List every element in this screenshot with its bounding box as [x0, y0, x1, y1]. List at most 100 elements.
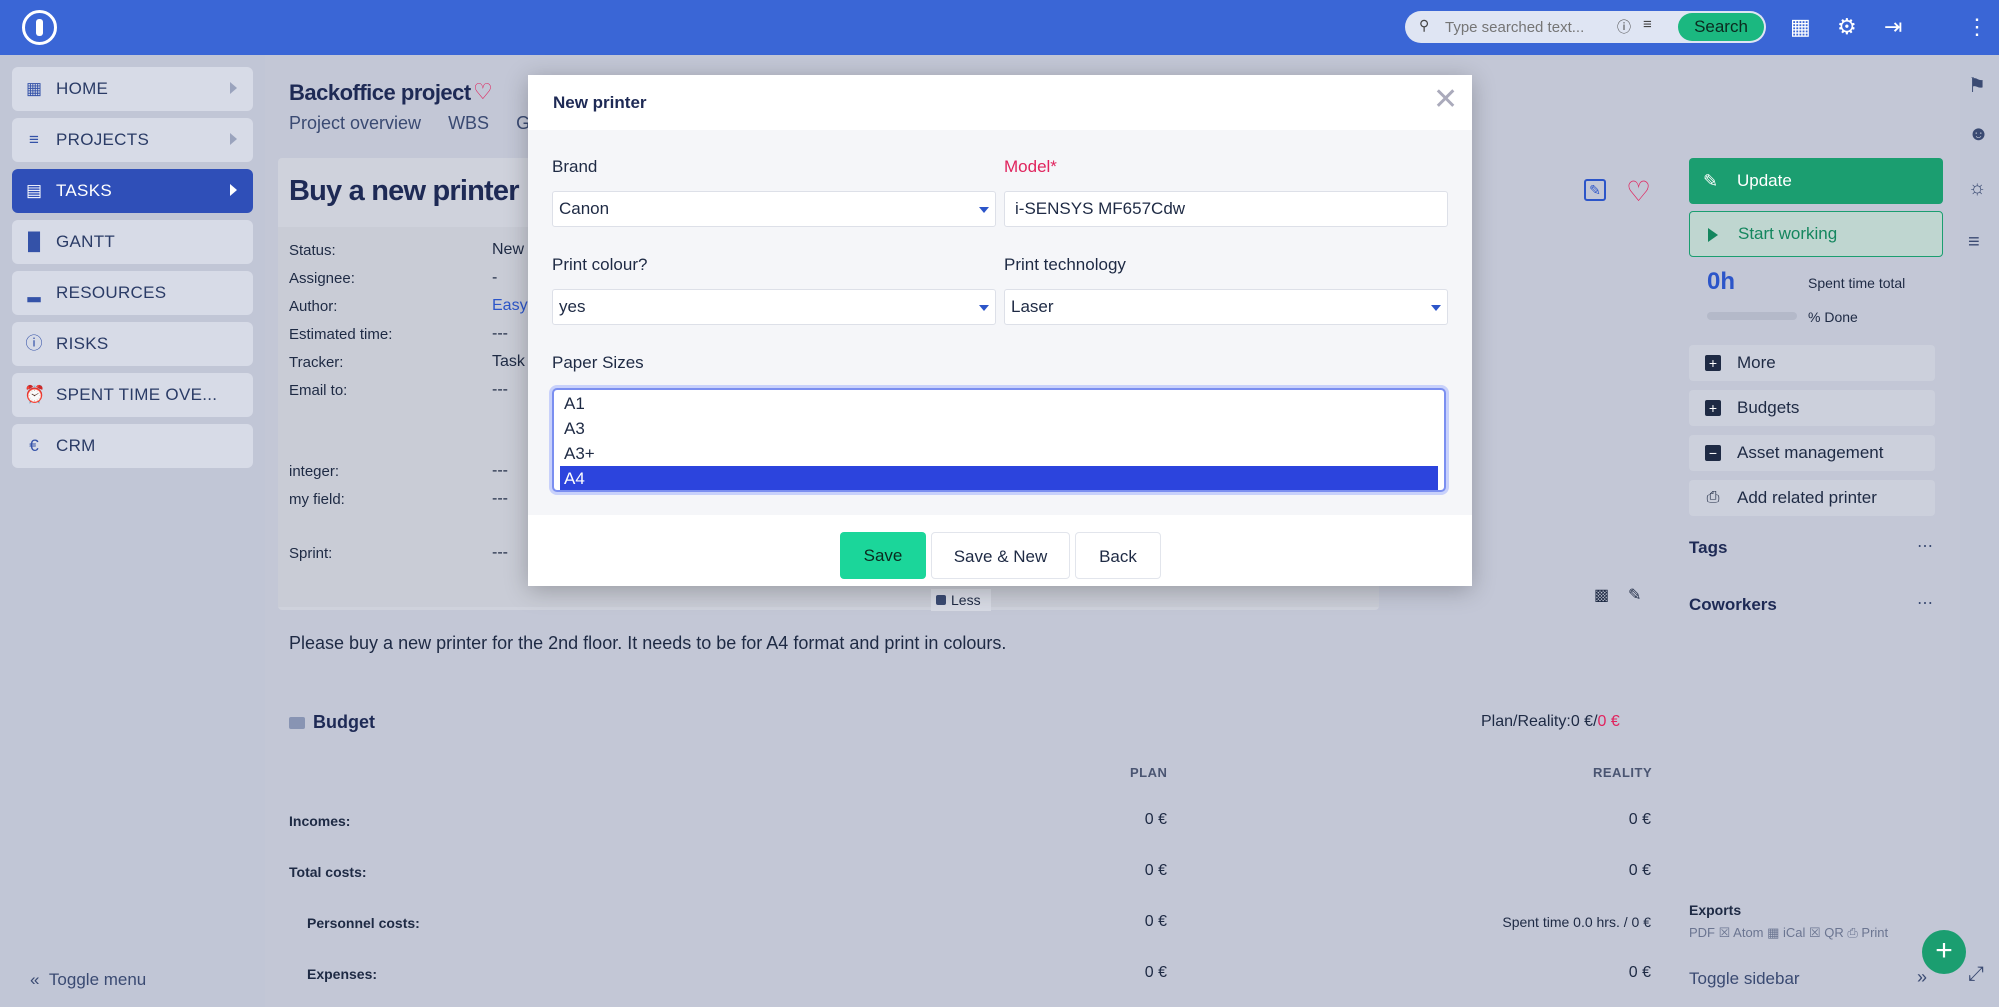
save-and-new-button[interactable]: Save & New — [931, 532, 1070, 579]
attr-label: Sprint: — [289, 545, 333, 562]
print-technology-select[interactable]: Laser — [1004, 289, 1448, 325]
item-label: Add related printer — [1737, 488, 1877, 507]
nav-risks[interactable]: ⓘ RISKS — [12, 322, 253, 366]
chevron-down-icon — [979, 305, 989, 311]
print-colour-select[interactable]: yes — [552, 289, 996, 325]
logout-icon[interactable]: ⇥ — [1884, 14, 1902, 40]
nav-label: SPENT TIME OVE... — [56, 385, 218, 404]
gear-icon[interactable]: ⚙ — [1837, 14, 1857, 40]
nav-home[interactable]: ▦ HOME — [12, 67, 253, 111]
attr-label: integer: — [289, 463, 340, 480]
toggle-sidebar[interactable]: Toggle sidebar — [1689, 969, 1800, 989]
top-bar: ⚲ ⓘ ≡ Search ▦ ⚙ ⇥ ⋮ — [0, 0, 1999, 55]
nav-label: HOME — [56, 79, 109, 98]
nav-resources[interactable]: ▂ RESOURCES — [12, 271, 253, 315]
item-label: More — [1737, 353, 1776, 372]
coworkers-more-icon[interactable]: ⋯ — [1917, 593, 1933, 613]
double-chevron-left-icon: « — [30, 970, 40, 989]
tree-icon: ≡ — [29, 130, 39, 149]
reality-value: 0 € — [1597, 713, 1620, 730]
budget-row-reality: 0 € — [1628, 811, 1651, 828]
new-printer-modal: New printer ✕ Brand Canon Model* Print c… — [528, 75, 1472, 586]
pencil-icon[interactable]: ✎ — [1628, 585, 1641, 605]
search-input[interactable] — [1445, 17, 1625, 37]
expand-icon[interactable]: ⤢ — [1968, 963, 1984, 986]
comment-icon[interactable]: ▩ — [1594, 585, 1609, 605]
budget-row-reality: 0 € — [1628, 862, 1651, 879]
attr-value: New — [492, 241, 525, 258]
attr-value: --- — [492, 462, 508, 479]
nav-gantt[interactable]: █ GANTT — [12, 220, 253, 264]
more-vertical-icon[interactable]: ⋮ — [1966, 14, 1988, 40]
printer-icon: ⎙ — [1706, 489, 1720, 506]
tab-project-overview[interactable]: Project overview — [289, 113, 421, 133]
filter-sliders-icon[interactable]: ≡ — [1643, 16, 1652, 33]
save-button[interactable]: Save — [840, 532, 926, 579]
print-colour-value: yes — [559, 297, 586, 316]
tab-wbs[interactable]: WBS — [448, 113, 489, 133]
help-icon[interactable]: ⓘ — [1617, 17, 1631, 37]
double-chevron-right-icon[interactable]: » — [1917, 967, 1927, 988]
checklist-icon[interactable]: ≡ — [1968, 231, 1980, 254]
close-icon[interactable]: ✕ — [1433, 85, 1458, 115]
paper-size-option[interactable]: A1 — [560, 391, 1438, 416]
nav-label: RESOURCES — [56, 283, 167, 302]
favorite-heart-icon[interactable]: ♡ — [1626, 175, 1651, 208]
update-button[interactable]: ✎ Update — [1689, 158, 1943, 204]
tags-more-icon[interactable]: ⋯ — [1917, 536, 1933, 556]
model-input[interactable] — [1004, 191, 1448, 227]
spent-time-value: 0h — [1707, 268, 1736, 295]
exports-title: Exports — [1689, 902, 1742, 918]
paper-size-option-selected[interactable]: A4 — [560, 466, 1438, 490]
paper-sizes-label: Paper Sizes — [552, 353, 644, 372]
nav-spent-time[interactable]: ⏰ SPENT TIME OVE... — [12, 373, 253, 417]
flag-icon[interactable]: ⚑ — [1968, 73, 1986, 98]
toggle-menu[interactable]: « Toggle menu — [30, 970, 146, 990]
grid-icon: ▦ — [25, 79, 43, 98]
back-button[interactable]: Back — [1075, 532, 1161, 579]
item-label: Asset management — [1737, 443, 1884, 462]
nav-projects[interactable]: ≡ PROJECTS — [12, 118, 253, 162]
money-icon — [289, 717, 305, 730]
brand-value: Canon — [559, 199, 610, 218]
lightbulb-icon[interactable]: ☼ — [1968, 177, 1986, 200]
model-label: Model* — [1004, 157, 1057, 176]
author-link[interactable]: Easy — [492, 297, 528, 315]
sidebar-budgets[interactable]: + Budgets — [1689, 390, 1935, 426]
budget-row-label: Expenses: — [307, 966, 378, 982]
calendar-icon[interactable]: ▦ — [1790, 14, 1811, 40]
plan-reality: Plan/Reality:0 €/0 € — [1481, 713, 1620, 731]
nav-crm[interactable]: € CRM — [12, 424, 253, 468]
paper-sizes-listbox[interactable]: A1 A3 A3+ A4 — [552, 388, 1446, 492]
less-toggle[interactable]: Less — [931, 589, 991, 611]
search-button[interactable]: Search — [1678, 13, 1764, 41]
clipboard-icon: ▤ — [25, 181, 43, 200]
plan-value: 0 €/ — [1570, 713, 1598, 730]
app-logo-icon[interactable] — [22, 10, 57, 45]
edit-icon[interactable]: ✎ — [1584, 179, 1606, 201]
attr-value: --- — [492, 544, 508, 561]
minus-icon: − — [1705, 445, 1721, 461]
plus-icon: + — [1705, 355, 1721, 371]
budget-header[interactable]: Budget — [289, 712, 375, 733]
export-links[interactable]: PDF ☒ Atom ▦ iCal ☒ QR ⎙ Print — [1689, 925, 1888, 941]
brand-select[interactable]: Canon — [552, 191, 996, 227]
paper-size-option[interactable]: A3+ — [560, 441, 1438, 466]
project-title[interactable]: Backoffice project — [289, 80, 471, 106]
attr-label: Tracker: — [289, 354, 344, 371]
paper-size-option[interactable]: A3 — [560, 416, 1438, 441]
user-search-icon[interactable]: ☻ — [1968, 123, 1989, 146]
nav-label: RISKS — [56, 334, 109, 353]
add-fab-button[interactable]: + — [1922, 930, 1966, 974]
sidebar-more[interactable]: + More — [1689, 345, 1935, 381]
chevron-right-icon — [230, 82, 237, 94]
nav-tasks[interactable]: ▤ TASKS — [12, 169, 253, 213]
start-working-button[interactable]: Start working — [1689, 211, 1943, 257]
heart-icon[interactable]: ♡ — [473, 79, 493, 105]
sidebar-add-related-printer[interactable]: ⎙ Add related printer — [1689, 480, 1935, 516]
chevron-right-icon — [230, 133, 237, 145]
right-icon-strip: ⚑ ☻ ☼ ≡ ⤢ — [1960, 55, 1999, 1007]
pencil-icon: ✎ — [1703, 171, 1719, 191]
search-box: ⚲ ⓘ ≡ Search — [1405, 11, 1766, 43]
sidebar-asset-management[interactable]: − Asset management — [1689, 435, 1935, 471]
